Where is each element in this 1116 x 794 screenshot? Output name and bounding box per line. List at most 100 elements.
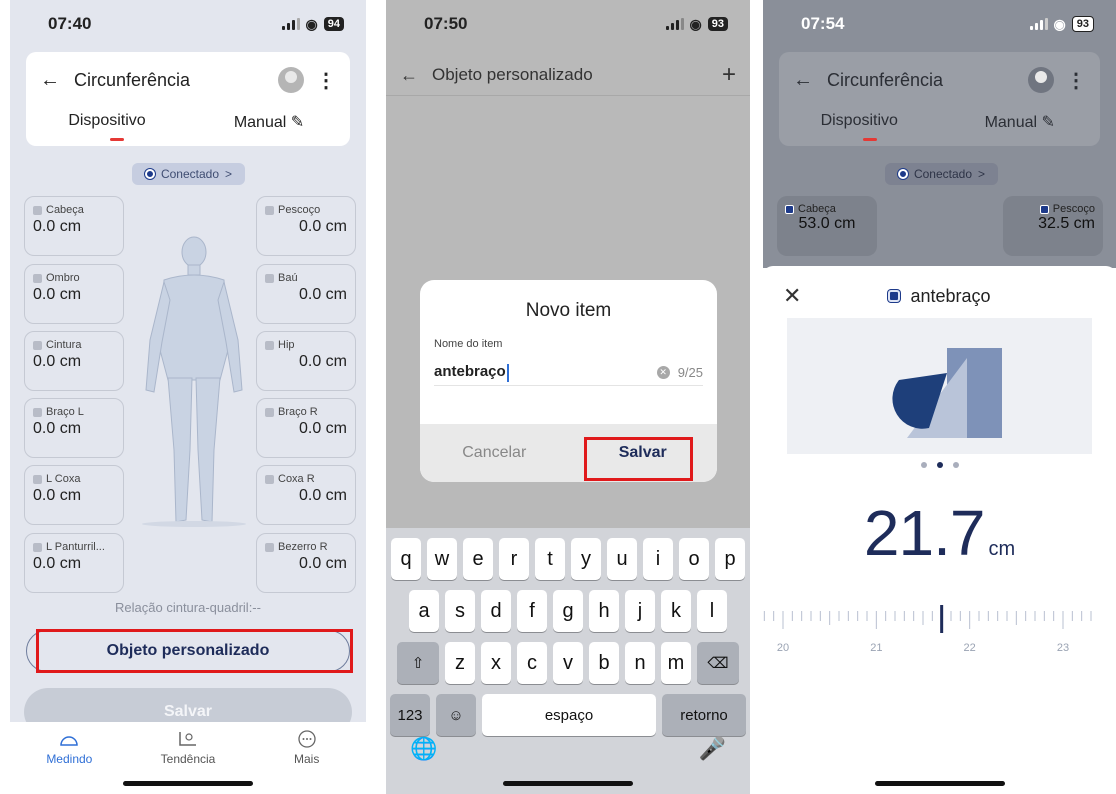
measure-head[interactable]: Cabeça 53.0 cm bbox=[777, 196, 877, 256]
key-p[interactable]: p bbox=[715, 538, 745, 580]
back-arrow-icon[interactable]: ← bbox=[793, 69, 813, 92]
key-g[interactable]: g bbox=[553, 590, 583, 632]
measure-calf-right[interactable]: Bezerro R 0.0 cm bbox=[256, 533, 356, 593]
trend-icon bbox=[177, 730, 199, 748]
key-u[interactable]: u bbox=[607, 538, 637, 580]
key-e[interactable]: e bbox=[463, 538, 493, 580]
page-title: Objeto personalizado bbox=[432, 65, 593, 84]
measure-head[interactable]: Cabeça 0.0 cm bbox=[24, 196, 124, 256]
item-name-value: antebraço bbox=[434, 363, 506, 381]
key-w[interactable]: w bbox=[427, 538, 457, 580]
back-arrow-icon[interactable]: ← bbox=[40, 69, 60, 92]
tab-device[interactable]: Dispositivo bbox=[779, 112, 940, 132]
key-m[interactable]: m bbox=[661, 642, 691, 684]
cancel-button[interactable]: Cancelar bbox=[420, 424, 569, 482]
key-b[interactable]: b bbox=[589, 642, 619, 684]
page-title: Circunferência bbox=[827, 69, 944, 90]
space-key[interactable]: espaço bbox=[482, 694, 656, 736]
connection-status[interactable]: Conectado > bbox=[132, 163, 245, 185]
key-q[interactable]: q bbox=[391, 538, 421, 580]
key-z[interactable]: z bbox=[445, 642, 475, 684]
tab-manual[interactable]: Manual ✎ bbox=[188, 112, 350, 132]
ruler-label: 22 bbox=[964, 642, 976, 654]
measure-waist[interactable]: Cintura 0.0 cm bbox=[24, 331, 124, 391]
body-illustration bbox=[142, 236, 246, 527]
tab-manual[interactable]: Manual ✎ bbox=[940, 112, 1101, 132]
signal-icon bbox=[665, 18, 684, 30]
more-options-icon[interactable]: ⋮ bbox=[316, 68, 336, 93]
key-i[interactable]: i bbox=[643, 538, 673, 580]
key-l[interactable]: l bbox=[697, 590, 727, 632]
active-tab-indicator bbox=[110, 138, 124, 141]
keyboard: qwertyuiop asdfghjkl ⇧ zxcvbnm ⌫ 123 ☺ e… bbox=[386, 528, 750, 794]
measure-thigh-right[interactable]: Coxa R 0.0 cm bbox=[256, 465, 356, 525]
avatar[interactable] bbox=[1028, 67, 1054, 93]
sheet-title: antebraço bbox=[910, 285, 991, 306]
wifi-icon: ◉ bbox=[689, 15, 702, 32]
key-a[interactable]: a bbox=[409, 590, 439, 632]
measurement-ruler[interactable]: 20 21 22 23 bbox=[763, 601, 1116, 661]
wifi-icon: ◉ bbox=[1053, 15, 1066, 32]
key-f[interactable]: f bbox=[517, 590, 547, 632]
add-icon[interactable]: + bbox=[722, 61, 736, 89]
chevron-right-icon: > bbox=[978, 167, 986, 181]
key-o[interactable]: o bbox=[679, 538, 709, 580]
battery-icon: 93 bbox=[1071, 16, 1094, 32]
nav-measuring[interactable]: Medindo bbox=[10, 722, 129, 794]
dimmed-background: 07:54 ◉ 93 ← Circunferência ⋮ Dispositiv… bbox=[763, 0, 1116, 268]
key-t[interactable]: t bbox=[535, 538, 565, 580]
item-name-field[interactable]: antebraço ✕ 9/25 bbox=[434, 360, 703, 386]
nav-more[interactable]: Mais bbox=[247, 722, 366, 794]
header-card: ← Circunferência ⋮ Dispositivo Manual ✎ bbox=[26, 52, 350, 146]
battery-icon: 93 bbox=[707, 17, 728, 31]
back-arrow-icon[interactable]: ← bbox=[400, 65, 418, 86]
key-v[interactable]: v bbox=[553, 642, 583, 684]
keyboard-row-1: qwertyuiop bbox=[386, 538, 750, 580]
key-n[interactable]: n bbox=[625, 642, 655, 684]
page-dot bbox=[952, 462, 959, 468]
status-time: 07:54 bbox=[801, 14, 845, 33]
connection-status[interactable]: Conectado > bbox=[885, 163, 998, 185]
measure-hip[interactable]: Hip 0.0 cm bbox=[256, 331, 356, 391]
key-d[interactable]: d bbox=[481, 590, 511, 632]
close-icon[interactable]: ✕ bbox=[783, 283, 801, 309]
connected-dot-icon bbox=[144, 169, 155, 179]
measure-shoulder[interactable]: Ombro 0.0 cm bbox=[24, 264, 124, 324]
page-title: Circunferência bbox=[74, 69, 191, 90]
numbers-key[interactable]: 123 bbox=[390, 694, 430, 736]
backspace-key[interactable]: ⌫ bbox=[697, 642, 739, 684]
emoji-key[interactable]: ☺ bbox=[436, 694, 476, 736]
key-y[interactable]: y bbox=[571, 538, 601, 580]
status-bar: 07:40 ◉ 94 bbox=[10, 0, 366, 48]
clear-icon[interactable]: ✕ bbox=[656, 366, 670, 379]
ruler-label: 20 bbox=[777, 642, 789, 654]
home-indicator bbox=[874, 781, 1005, 786]
key-c[interactable]: c bbox=[517, 642, 547, 684]
status-bar: 07:54 ◉ 93 bbox=[763, 0, 1116, 48]
key-j[interactable]: j bbox=[625, 590, 655, 632]
measure-arm-right[interactable]: Braço R 0.0 cm bbox=[256, 398, 356, 458]
measure-thigh-left[interactable]: L Coxa 0.0 cm bbox=[24, 465, 124, 525]
key-r[interactable]: r bbox=[499, 538, 529, 580]
key-s[interactable]: s bbox=[445, 590, 475, 632]
measure-neck[interactable]: Pescoço 32.5 cm bbox=[1003, 196, 1103, 256]
avatar[interactable] bbox=[278, 67, 304, 93]
key-h[interactable]: h bbox=[589, 590, 619, 632]
key-x[interactable]: x bbox=[481, 642, 511, 684]
return-key[interactable]: retorno bbox=[662, 694, 746, 736]
home-indicator bbox=[123, 781, 253, 786]
tab-device[interactable]: Dispositivo bbox=[26, 112, 188, 132]
measure-arm-left[interactable]: Braço L 0.0 cm bbox=[24, 398, 124, 458]
more-options-icon[interactable]: ⋮ bbox=[1066, 68, 1086, 93]
microphone-icon[interactable]: 🎤 bbox=[699, 736, 726, 762]
measure-chest[interactable]: Baú 0.0 cm bbox=[256, 264, 356, 324]
ruler-indicator[interactable] bbox=[940, 605, 944, 633]
signal-icon bbox=[281, 18, 300, 30]
globe-icon[interactable]: 🌐 bbox=[410, 736, 437, 762]
key-k[interactable]: k bbox=[661, 590, 691, 632]
measure-calf-left[interactable]: L Panturril... 0.0 cm bbox=[24, 533, 124, 593]
battery-icon: 94 bbox=[323, 17, 344, 31]
measure-neck[interactable]: Pescoço 0.0 cm bbox=[256, 196, 356, 256]
highlight-box bbox=[36, 629, 353, 673]
shift-key[interactable]: ⇧ bbox=[397, 642, 439, 684]
